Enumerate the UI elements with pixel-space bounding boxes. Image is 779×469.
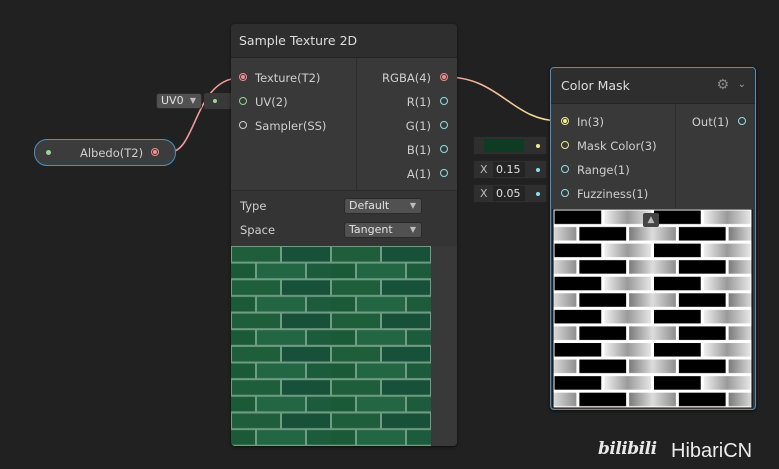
out-output-port[interactable] bbox=[738, 117, 746, 125]
fuzziness-x-label: X bbox=[480, 187, 488, 200]
texture-preview-image bbox=[231, 246, 431, 446]
watermark: bilibili HibariCN bbox=[598, 437, 778, 467]
uv-input-label: UV(2) bbox=[255, 95, 288, 109]
range-x-label: X bbox=[480, 163, 488, 176]
uv-channel-value: UV0 bbox=[161, 94, 184, 107]
watermark-text: HibariCN bbox=[671, 440, 753, 462]
range-connector-dot bbox=[536, 168, 540, 172]
port-divider bbox=[356, 58, 357, 212]
chevron-down-icon: ▼ bbox=[189, 96, 196, 105]
chevron-down-icon[interactable]: ⌄ bbox=[738, 79, 746, 90]
type-value: Default bbox=[349, 199, 390, 212]
chevron-down-icon: ▼ bbox=[409, 201, 416, 210]
fuzziness-field[interactable]: X 0.05 bbox=[473, 184, 547, 203]
color-mask-node[interactable]: Color Mask ⚙ ⌄ In(3) Mask Color(3) Range… bbox=[550, 67, 756, 410]
port-divider bbox=[675, 104, 676, 208]
g-output-label: G(1) bbox=[405, 119, 431, 133]
range-field[interactable]: X 0.15 bbox=[473, 160, 547, 179]
in-input-label: In(3) bbox=[577, 115, 604, 129]
uv-channel-dropdown[interactable]: UV0 ▼ bbox=[156, 93, 202, 109]
g-output-port[interactable] bbox=[440, 121, 448, 129]
sampler-input-port[interactable] bbox=[239, 121, 247, 129]
b-output-label: B(1) bbox=[406, 143, 431, 157]
fuzziness-input-port[interactable] bbox=[561, 189, 569, 197]
texture-wire bbox=[169, 77, 241, 153]
albedo-output-port[interactable] bbox=[151, 148, 159, 156]
r-output-port[interactable] bbox=[440, 97, 448, 105]
uv-connector-box bbox=[204, 93, 232, 109]
in-input-port[interactable] bbox=[561, 117, 569, 125]
texture-input-label: Texture(T2) bbox=[255, 71, 321, 85]
bilibili-logo: bilibili bbox=[598, 439, 657, 459]
rgba-to-in-wire bbox=[445, 76, 561, 122]
range-input-port[interactable] bbox=[561, 165, 569, 173]
sampler-input-label: Sampler(SS) bbox=[255, 119, 327, 133]
node-title: Sample Texture 2D bbox=[231, 24, 457, 58]
rgba-output-label: RGBA(4) bbox=[382, 71, 431, 85]
b-output-port[interactable] bbox=[440, 145, 448, 153]
fuzziness-input-label: Fuzziness(1) bbox=[577, 187, 649, 201]
mask-color-input-port[interactable] bbox=[561, 141, 569, 149]
albedo-label: Albedo(T2) bbox=[80, 146, 144, 160]
texture-input-port[interactable] bbox=[239, 73, 247, 81]
mask-color-connector-dot bbox=[536, 144, 540, 148]
albedo-handle-dot bbox=[46, 150, 51, 155]
sample-texture-2d-node[interactable]: Sample Texture 2D Texture(T2) UV(2) Samp… bbox=[231, 24, 457, 446]
a-output-label: A(1) bbox=[406, 167, 431, 181]
range-value-input[interactable]: 0.15 bbox=[493, 162, 525, 177]
mask-color-swatch[interactable] bbox=[484, 139, 524, 152]
space-dropdown[interactable]: Tangent ▼ bbox=[344, 222, 422, 238]
mask-color-field[interactable] bbox=[473, 136, 547, 155]
mask-preview-image bbox=[552, 209, 753, 408]
gear-icon[interactable]: ⚙ bbox=[716, 77, 729, 93]
albedo-property-node[interactable]: Albedo(T2) bbox=[34, 139, 176, 166]
collapse-preview-button[interactable]: ▲ bbox=[643, 213, 659, 227]
fuzziness-value-input[interactable]: 0.05 bbox=[493, 186, 525, 201]
r-output-label: R(1) bbox=[406, 95, 431, 109]
uv-input-port[interactable] bbox=[239, 97, 247, 105]
out-output-label: Out(1) bbox=[691, 115, 729, 129]
fuzziness-connector-dot bbox=[536, 192, 540, 196]
range-input-label: Range(1) bbox=[577, 163, 630, 177]
type-dropdown[interactable]: Default ▼ bbox=[344, 198, 422, 214]
chevron-down-icon: ▼ bbox=[409, 225, 416, 234]
rgba-output-port[interactable] bbox=[440, 73, 448, 81]
a-output-port[interactable] bbox=[440, 169, 448, 177]
preview-side-gap bbox=[431, 246, 457, 446]
space-label: Space bbox=[240, 223, 276, 237]
mask-color-input-label: Mask Color(3) bbox=[577, 139, 657, 153]
type-label: Type bbox=[240, 199, 267, 213]
space-value: Tangent bbox=[349, 223, 393, 236]
